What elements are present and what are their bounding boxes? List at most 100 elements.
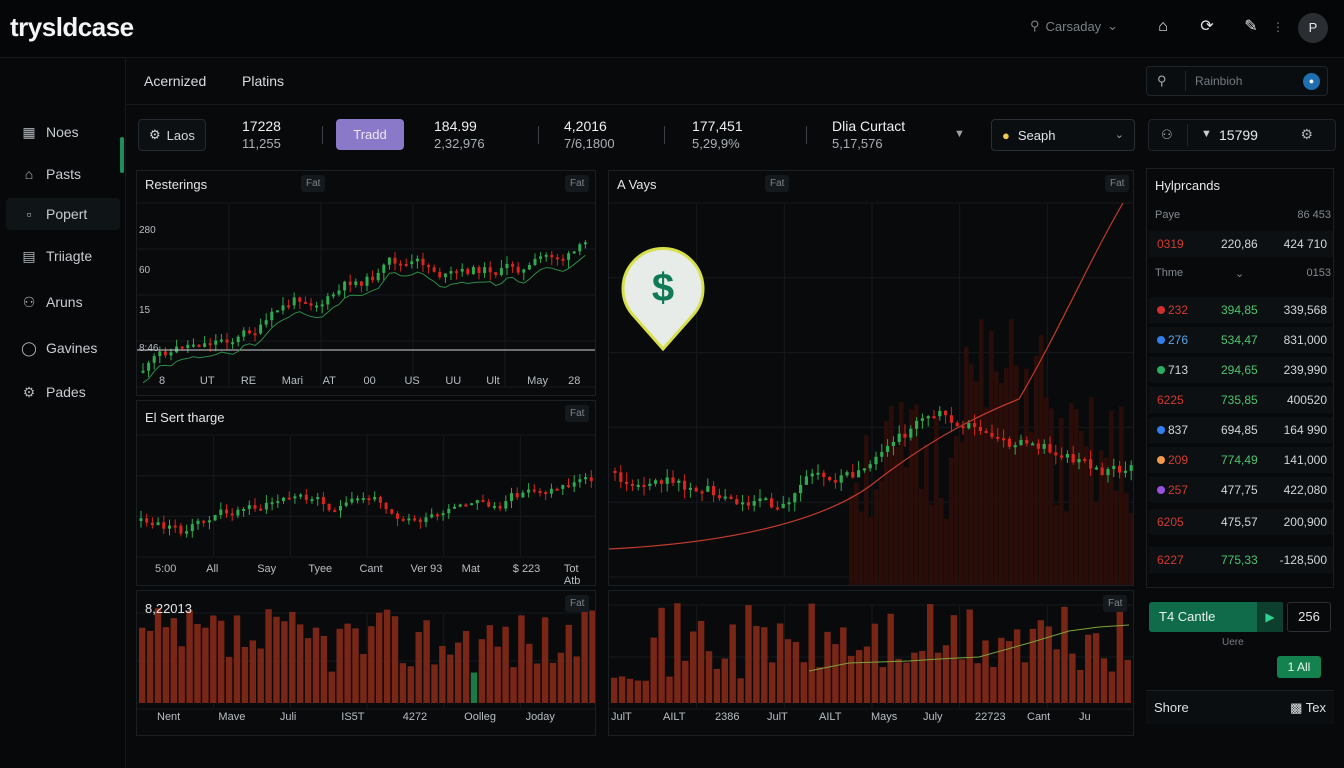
panel-badge[interactable]: Fat xyxy=(765,175,790,192)
tab-platins[interactable]: Platins xyxy=(242,73,284,89)
volume-bar xyxy=(792,641,800,703)
dollar-pin-icon: $ xyxy=(621,247,705,352)
candle xyxy=(410,261,414,265)
volume-bar xyxy=(1021,662,1029,703)
volume-bar xyxy=(713,668,721,703)
volume-bar xyxy=(919,650,926,703)
chevron-down-icon[interactable]: ▼ xyxy=(954,128,965,140)
header-search[interactable]: ⚲ Carsaday ⌄ xyxy=(1030,18,1118,34)
avatar[interactable]: P xyxy=(1298,13,1328,43)
sidebar-item-label: Gavines xyxy=(46,340,98,356)
candle xyxy=(173,525,177,528)
candle xyxy=(1065,453,1069,458)
panel-badge[interactable]: Fat xyxy=(1105,175,1130,192)
search-input[interactable]: ⚲ Rainbioh ● xyxy=(1146,66,1328,96)
sidebar-item-noes[interactable]: ▦ Noes xyxy=(6,116,120,148)
book-row[interactable]: 837 694,85 164 990 xyxy=(1149,417,1333,443)
candle xyxy=(619,472,623,482)
volume-bar xyxy=(966,609,973,703)
candle xyxy=(147,362,151,371)
sidebar-item-pasts[interactable]: ⌂ Pasts xyxy=(6,158,120,190)
candle xyxy=(961,426,965,429)
volume-bar xyxy=(808,603,815,703)
volume-bar xyxy=(642,680,649,703)
candle xyxy=(578,244,582,252)
book-row-price: 775,33 xyxy=(1221,553,1258,567)
refresh-icon[interactable]: ⟳ xyxy=(1196,16,1218,38)
panel-badge[interactable]: Fat xyxy=(1103,595,1128,612)
candle xyxy=(333,510,337,513)
share-button[interactable]: Shore xyxy=(1154,700,1189,715)
sidebar-item-triiagte[interactable]: ▤ Triiagte xyxy=(6,240,120,272)
depth-bar xyxy=(904,467,909,585)
edit-icon[interactable]: ✎ xyxy=(1240,16,1262,38)
book-row[interactable]: 276 534,47 831,000 xyxy=(1149,327,1333,353)
book-row[interactable]: 713 294,65 239,990 xyxy=(1149,357,1333,383)
candle xyxy=(538,490,542,493)
users-icon[interactable]: ⚇ xyxy=(1161,127,1173,143)
panel-badge[interactable]: Fat xyxy=(301,175,326,192)
book-row[interactable]: 209 774,49 141,000 xyxy=(1149,447,1333,473)
candlestick-chart[interactable] xyxy=(137,401,596,586)
book-row[interactable]: 6205 475,57 200,900 xyxy=(1149,509,1333,535)
sidebar-item-pades[interactable]: ⚙ Pades xyxy=(6,376,120,408)
sidebar-item-aruns[interactable]: ⚇ Aruns xyxy=(6,286,120,318)
panel-badge[interactable]: Fat xyxy=(565,175,590,192)
book-row-price: 220,86 xyxy=(1221,237,1258,251)
panel-badge[interactable]: Fat xyxy=(565,405,590,422)
candle xyxy=(949,415,953,423)
candle xyxy=(253,505,257,509)
trade-button[interactable]: Tradd xyxy=(336,119,404,150)
order-book: Hylprcands Paye 86 453 Thme ⌄ 0153 0319 2… xyxy=(1146,168,1334,588)
more-icon[interactable]: ⋮ xyxy=(1272,16,1284,38)
book-row[interactable]: 0319 220,86 424 710 xyxy=(1149,231,1333,257)
panel-badge[interactable]: Fat xyxy=(565,595,590,612)
candle xyxy=(387,257,391,265)
book-row[interactable]: 6227 775,33 -128,500 xyxy=(1149,547,1333,573)
gear-icon[interactable]: ⚙ xyxy=(1300,126,1313,143)
book-row-amount: 239,990 xyxy=(1283,363,1327,377)
search-icon: ⚲ xyxy=(1030,18,1040,33)
app-logo[interactable]: trysldcase xyxy=(10,12,134,43)
panel-title: 8,22013 xyxy=(145,601,192,616)
candle xyxy=(539,256,543,259)
volume-bar xyxy=(581,607,588,703)
wifi-icon: ▼ xyxy=(1201,128,1212,140)
sidebar-item-gavines[interactable]: ◯ Gavines xyxy=(6,332,120,364)
candle xyxy=(378,496,382,503)
candle xyxy=(810,473,814,477)
candle xyxy=(203,343,207,347)
depth-bar xyxy=(849,495,854,585)
candle xyxy=(464,504,468,507)
bank-icon[interactable]: ⌂ xyxy=(1152,16,1174,38)
book-row[interactable]: 6225 735,85 400520 xyxy=(1149,387,1333,413)
labs-chip[interactable]: ⚙ Laos xyxy=(138,119,206,151)
candlestick-chart[interactable] xyxy=(609,171,1134,586)
filter-icon[interactable]: ● xyxy=(1303,73,1320,90)
sidebar-item-popert[interactable]: ▫ Popert xyxy=(6,198,120,230)
volume-bar xyxy=(225,656,233,703)
axis-tick-label: Tot Atb xyxy=(563,563,581,586)
chevron-down-icon[interactable]: ⌄ xyxy=(1235,267,1244,280)
candle xyxy=(471,267,475,275)
candle xyxy=(438,271,442,278)
candle xyxy=(505,263,509,269)
book-row[interactable]: 257 477,75 422,080 xyxy=(1149,477,1333,503)
candle-control[interactable]: T4 Cantle ▶ xyxy=(1149,602,1283,632)
play-icon[interactable]: ▶ xyxy=(1257,602,1283,632)
quantity-field[interactable]: 256 xyxy=(1287,602,1331,632)
candlestick-chart[interactable] xyxy=(137,171,596,396)
volume-bar xyxy=(769,662,776,703)
candle xyxy=(156,522,160,526)
volume-bar xyxy=(431,664,438,703)
book-row[interactable]: 232 394,85 339,568 xyxy=(1149,297,1333,323)
all-button[interactable]: 1 All xyxy=(1277,656,1321,678)
sidebar-item-label: Noes xyxy=(46,124,79,140)
text-button[interactable]: ▩ Tex xyxy=(1290,700,1326,716)
depth-bar xyxy=(854,482,859,585)
search-select[interactable]: ● Seaph ⌄ xyxy=(991,119,1135,151)
candle xyxy=(231,342,235,345)
candle xyxy=(253,333,257,336)
depth-bar xyxy=(1089,397,1094,585)
tab-acernized[interactable]: Acernized xyxy=(144,73,206,89)
